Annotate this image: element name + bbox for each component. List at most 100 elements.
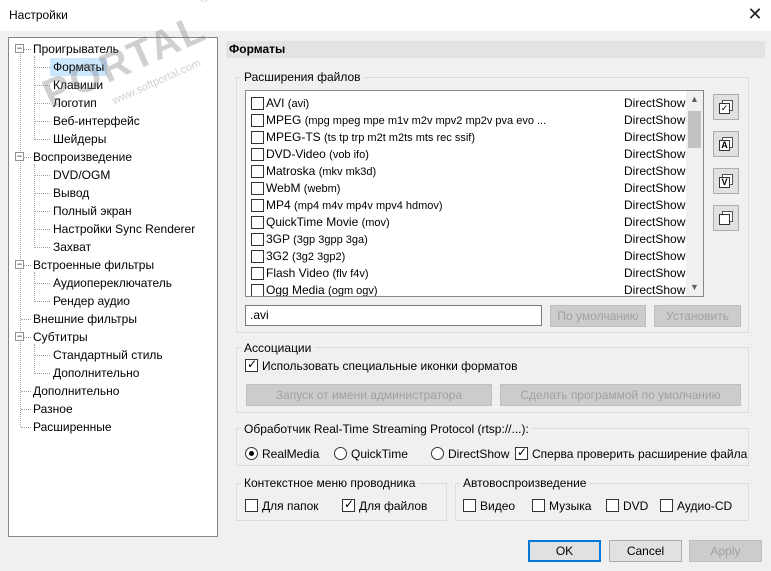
autoplay-music-checkbox[interactable] [532, 499, 545, 512]
tree-item[interactable]: Проигрыватель [33, 40, 119, 58]
extensions-group-label: Расширения файлов [241, 70, 364, 84]
format-checkbox[interactable] [251, 148, 264, 161]
tree-item[interactable]: Клавиши [53, 76, 103, 94]
format-row[interactable]: Matroska (mkv mk3d) DirectShow [250, 163, 686, 180]
format-row[interactable]: Ogg Media (ogm ogv) DirectShow [250, 282, 686, 296]
format-checkbox[interactable] [251, 165, 264, 178]
title-bar [0, 0, 771, 31]
list-scrollbar[interactable]: ▲ ▼ [686, 91, 703, 296]
rtsp-quicktime-radio[interactable] [334, 447, 347, 460]
format-name-cell: Flash Video (flv f4v) [266, 265, 369, 283]
select-all-formats-button[interactable]: ✓ [713, 94, 739, 120]
set-extension-button[interactable]: Установить [654, 305, 741, 327]
tree-collapse-icon[interactable]: − [15, 332, 24, 341]
tree-item[interactable]: Дополнительно [53, 364, 139, 382]
format-name: QuickTime Movie [266, 215, 359, 229]
format-row[interactable]: WebM (webm) DirectShow [250, 180, 686, 197]
settings-tree[interactable]: − Проигрыватель Форматы Клавиши Логотип Веб-и… [8, 37, 218, 537]
format-name: 3G2 [266, 249, 289, 263]
format-name-cell: DVD-Video (vob ifo) [266, 146, 369, 164]
tree-item[interactable]: Рендер аудио [53, 292, 130, 310]
special-icons-label: Использовать специальные иконки форматов [262, 359, 518, 373]
autoplay-group-label: Автовоспроизведение [460, 476, 590, 490]
format-checkbox[interactable] [251, 216, 264, 229]
format-module: DirectShow [624, 215, 686, 229]
formats-list[interactable]: Ogg Media (ogm ogv) DirectShow Flash Video… [245, 90, 704, 297]
tree-item[interactable]: DVD/OGM [53, 166, 110, 184]
tree-connector [34, 355, 50, 356]
autoplay-audiocd-checkbox[interactable] [660, 499, 673, 512]
none-formats-button[interactable] [713, 205, 739, 231]
format-checkbox[interactable] [251, 114, 264, 127]
autoplay-dvd-checkbox[interactable] [606, 499, 619, 512]
tree-item[interactable]: Внешние фильтры [33, 310, 137, 328]
folders-checkbox[interactable] [245, 499, 258, 512]
check-extension-checkbox[interactable] [515, 445, 528, 460]
tree-item[interactable]: Логотип [53, 94, 97, 112]
tree-branch-line [34, 56, 35, 140]
format-checkbox[interactable] [251, 199, 264, 212]
tree-item[interactable]: Разное [33, 400, 73, 418]
format-name-cell: MPEG-TS (ts tp trp m2t m2ts mts rec ssif… [266, 129, 475, 147]
tree-item[interactable]: Вывод [53, 184, 89, 202]
format-checkbox[interactable] [251, 182, 264, 195]
tree-item[interactable]: Воспроизведение [33, 148, 132, 166]
format-row[interactable]: 3G2 (3g2 3gp2) DirectShow [250, 248, 686, 265]
tree-item[interactable]: Расширенные [33, 418, 112, 436]
scroll-down-icon[interactable]: ▼ [686, 279, 703, 296]
files-checkbox[interactable] [342, 497, 355, 512]
apply-button[interactable]: Apply [689, 540, 762, 562]
close-icon[interactable]: ✕ [744, 3, 766, 25]
rtsp-realmedia-label: RealMedia [262, 447, 320, 461]
cancel-button[interactable]: Cancel [609, 540, 682, 562]
format-extensions: (ts tp trp m2t m2ts mts rec ssif) [324, 132, 475, 144]
default-extension-button[interactable]: По умолчанию [550, 305, 646, 327]
scroll-thumb[interactable] [688, 111, 701, 148]
tree-item-selected[interactable]: Форматы [50, 58, 108, 76]
tree-collapse-icon[interactable]: − [15, 260, 24, 269]
rtsp-directshow-radio[interactable] [431, 447, 444, 460]
format-row[interactable]: DVD-Video (vob ifo) DirectShow [250, 146, 686, 163]
rtsp-realmedia-radio[interactable] [245, 447, 258, 460]
tree-item[interactable]: Встроенные фильтры [33, 256, 154, 274]
tree-item[interactable]: Шейдеры [53, 130, 106, 148]
format-checkbox[interactable] [251, 284, 264, 296]
format-row[interactable]: 3GP (3gp 3gpp 3ga) DirectShow [250, 231, 686, 248]
context-menu-group-label: Контекстное меню проводника [241, 476, 419, 490]
format-row[interactable]: QuickTime Movie (mov) DirectShow [250, 214, 686, 231]
autoplay-video-checkbox[interactable] [463, 499, 476, 512]
tree-item[interactable]: Полный экран [53, 202, 132, 220]
format-checkbox[interactable] [251, 267, 264, 280]
tree-item[interactable]: Дополнительно [33, 382, 119, 400]
video-formats-button[interactable]: V [713, 168, 739, 194]
format-row[interactable]: MPEG (mpg mpeg mpe m1v m2v mpv2 mp2v pva… [250, 112, 686, 129]
format-checkbox[interactable] [251, 97, 264, 110]
extension-input[interactable]: .avi [245, 305, 542, 326]
tree-collapse-icon[interactable]: − [15, 44, 24, 53]
tree-collapse-icon[interactable]: − [15, 152, 24, 161]
format-row[interactable]: MPEG-TS (ts tp trp m2t m2ts mts rec ssif… [250, 129, 686, 146]
autoplay-dvd-label: DVD [623, 499, 649, 513]
scroll-up-icon[interactable]: ▲ [686, 91, 703, 108]
tree-connector [34, 247, 50, 248]
ok-button[interactable]: OK [528, 540, 601, 562]
audio-formats-button[interactable]: A [713, 131, 739, 157]
make-default-program-button[interactable]: Сделать программой по умолчанию [500, 384, 741, 406]
tree-item[interactable]: Аудиопереключатель [53, 274, 172, 292]
autoplay-music-label: Музыка [549, 499, 592, 513]
format-module: DirectShow [624, 147, 686, 161]
run-as-admin-button[interactable]: Запуск от имени администратора [246, 384, 492, 406]
special-icons-checkbox[interactable] [245, 357, 258, 372]
format-checkbox[interactable] [251, 233, 264, 246]
tree-item[interactable]: Стандартный стиль [53, 346, 163, 364]
tree-item[interactable]: Настройки Sync Renderer [53, 220, 195, 238]
format-row[interactable]: Flash Video (flv f4v) DirectShow [250, 265, 686, 282]
format-checkbox[interactable] [251, 131, 264, 144]
tree-item[interactable]: Субтитры [33, 328, 88, 346]
tree-item[interactable]: Захват [53, 238, 91, 256]
tree-connector [21, 319, 31, 320]
tree-item[interactable]: Веб-интерфейс [53, 112, 140, 130]
format-row[interactable]: MP4 (mp4 m4v mp4v mpv4 hdmov) DirectShow [250, 197, 686, 214]
format-row[interactable]: AVI (avi) DirectShow [250, 95, 686, 112]
format-checkbox[interactable] [251, 250, 264, 263]
